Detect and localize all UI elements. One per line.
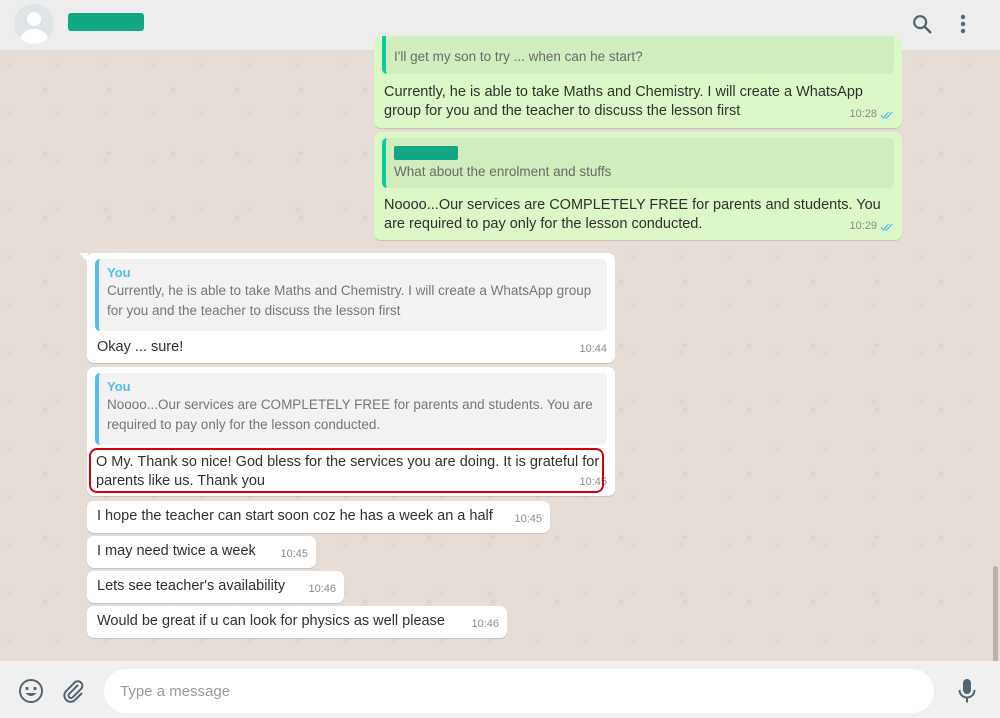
message-time: 10:45 <box>280 548 308 560</box>
incoming-message[interactable]: Lets see teacher's availability 10:46 <box>87 571 344 603</box>
avatar-head-shape <box>27 12 41 26</box>
message-text: Okay ... sure! <box>97 339 184 355</box>
incoming-message[interactable]: You Currently, he is able to take Maths … <box>79 253 615 363</box>
quoted-text: Noooo...Our services are COMPLETELY FREE… <box>107 397 593 432</box>
microphone-icon[interactable] <box>953 677 981 705</box>
message-text: Currently, he is able to take Maths and … <box>384 84 863 119</box>
emoji-icon[interactable] <box>17 677 45 705</box>
quoted-author-redacted <box>394 146 458 160</box>
avatar-body-shape <box>20 29 48 44</box>
incoming-message[interactable]: I hope the teacher can start soon coz he… <box>87 501 550 533</box>
quoted-text: I'll get my son to try ... when can he s… <box>394 49 643 64</box>
attach-icon[interactable] <box>59 677 87 705</box>
quoted-text: What about the enrolment and stuffs <box>394 164 612 179</box>
bubble-tail <box>79 253 88 262</box>
message-text: I hope the teacher can start soon coz he… <box>97 508 493 524</box>
message-text: Would be great if u can look for physics… <box>97 613 445 629</box>
quoted-author: You <box>107 265 131 280</box>
message-time: 10:44 <box>579 343 607 355</box>
contact-name-redacted[interactable] <box>68 13 144 31</box>
message-input[interactable] <box>104 669 934 713</box>
message-text: Lets see teacher's availability <box>97 578 286 594</box>
scrollbar[interactable] <box>993 566 998 661</box>
message-meta: 10:29 <box>849 217 894 236</box>
quoted-author: You <box>107 379 131 394</box>
read-ticks-icon <box>880 223 893 231</box>
message-text: I may need twice a week <box>97 543 256 559</box>
search-icon[interactable] <box>908 10 936 38</box>
message-time: 10:46 <box>471 618 499 630</box>
quoted-message[interactable]: You Currently, he is able to take Maths … <box>95 259 607 331</box>
message-time: 10:28 <box>849 108 877 120</box>
incoming-message[interactable]: Would be great if u can look for physics… <box>87 606 507 638</box>
quoted-text: Currently, he is able to take Maths and … <box>107 283 592 318</box>
outgoing-message[interactable]: What about the enrolment and stuffs Nooo… <box>374 132 902 240</box>
message-composer <box>0 661 1000 718</box>
highlight-outline <box>89 448 604 493</box>
quoted-message[interactable]: What about the enrolment and stuffs <box>382 138 894 188</box>
message-time: 10:29 <box>849 220 877 232</box>
contact-avatar[interactable] <box>14 4 54 44</box>
outgoing-message[interactable]: I'll get my son to try ... when can he s… <box>374 36 902 128</box>
message-meta: 10:28 <box>849 105 894 124</box>
message-text: Noooo...Our services are COMPLETELY FREE… <box>384 197 881 232</box>
menu-icon[interactable] <box>949 10 977 38</box>
quoted-message[interactable]: You Noooo...Our services are COMPLETELY … <box>95 373 607 445</box>
incoming-message[interactable]: I may need twice a week 10:45 <box>87 536 316 568</box>
message-time: 10:45 <box>514 513 542 525</box>
quoted-message[interactable]: I'll get my son to try ... when can he s… <box>382 36 894 74</box>
read-ticks-icon <box>880 111 893 119</box>
message-time: 10:46 <box>308 583 336 595</box>
